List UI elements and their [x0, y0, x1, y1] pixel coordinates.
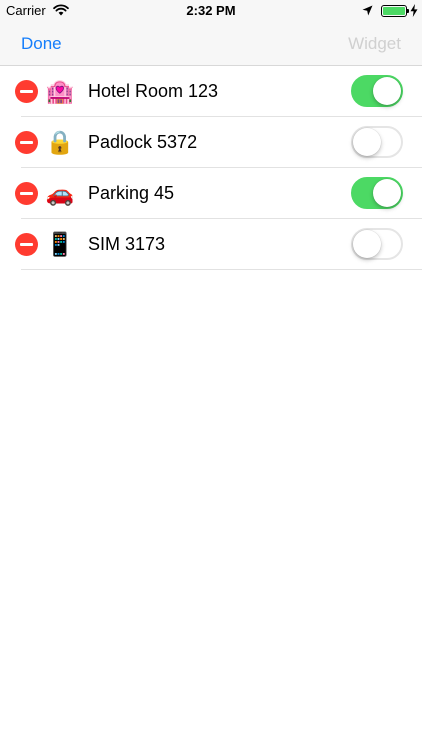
love-hotel-icon: 🏩: [45, 78, 75, 104]
list-item: 🔒 Padlock 5372: [0, 117, 422, 168]
item-toggle[interactable]: [351, 75, 403, 107]
delete-button[interactable]: [15, 131, 38, 154]
widget-button[interactable]: Widget: [348, 34, 401, 54]
padlock-icon: 🔒: [45, 129, 75, 155]
delete-button[interactable]: [15, 80, 38, 103]
items-list: 🏩 Hotel Room 123 🔒 Padlock 5372 🚗 Parkin…: [0, 66, 422, 270]
car-icon: 🚗: [45, 180, 75, 206]
item-label: Hotel Room 123: [88, 81, 219, 101]
status-bar: Carrier 2:32 PM: [0, 0, 422, 22]
battery-tip: [407, 9, 409, 13]
item-label: Parking 45: [88, 183, 175, 203]
status-time: 2:32 PM: [186, 3, 236, 18]
battery-level: [383, 7, 405, 15]
item-label: Padlock 5372: [88, 132, 198, 152]
delete-button[interactable]: [15, 233, 38, 256]
navigation-bar: Done Widget: [0, 22, 422, 66]
toggle-knob: [353, 230, 381, 258]
item-label: SIM 3173: [88, 234, 166, 254]
delete-button[interactable]: [15, 182, 38, 205]
battery-icon: [381, 5, 407, 17]
item-toggle[interactable]: [351, 177, 403, 209]
toggle-knob: [353, 128, 381, 156]
item-toggle[interactable]: [351, 228, 403, 260]
done-button[interactable]: Done: [21, 34, 62, 54]
list-item: 📱 SIM 3173: [0, 219, 422, 270]
toggle-knob: [373, 77, 401, 105]
item-toggle[interactable]: [351, 126, 403, 158]
location-arrow-icon: [362, 5, 373, 16]
toggle-knob: [373, 179, 401, 207]
list-item: 🏩 Hotel Room 123: [0, 66, 422, 117]
charging-bolt-icon: [410, 4, 418, 17]
mobile-phone-icon: 📱: [45, 231, 75, 257]
list-item: 🚗 Parking 45: [0, 168, 422, 219]
